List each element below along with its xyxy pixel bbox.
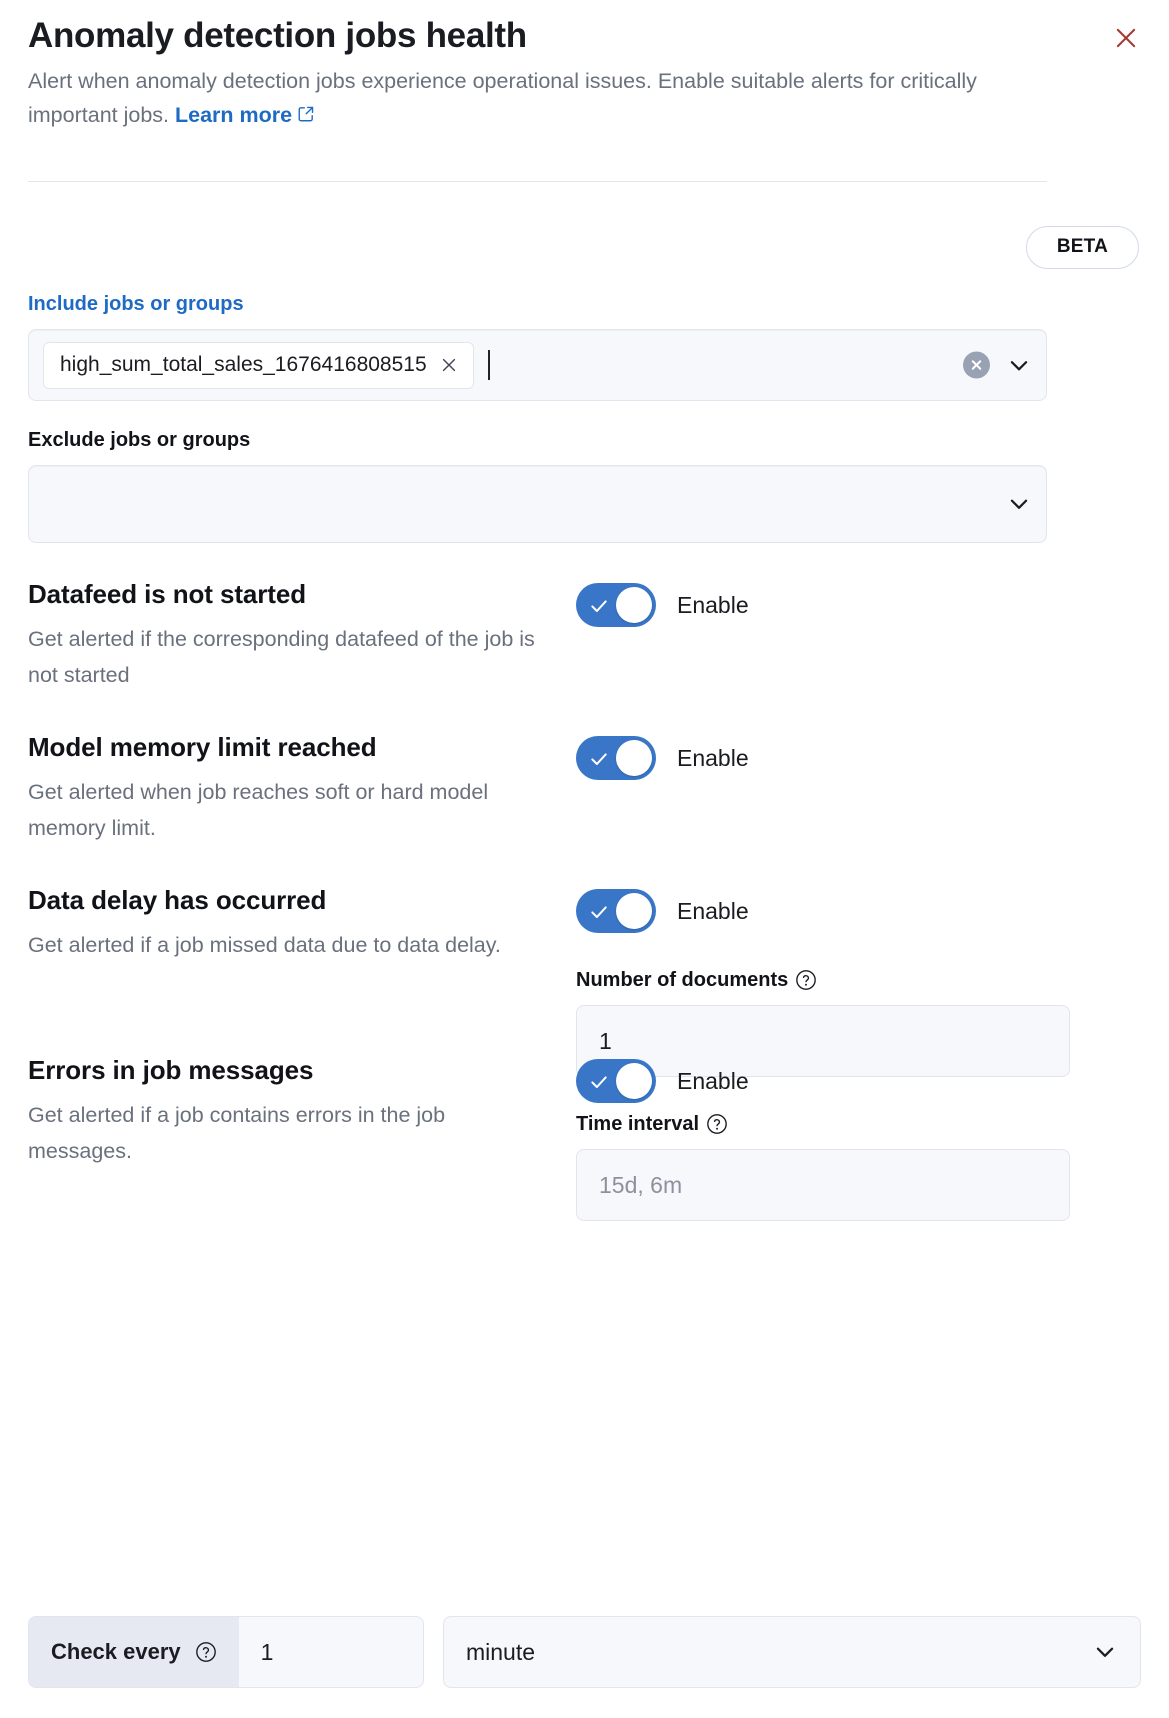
close-button[interactable]: [1109, 22, 1143, 56]
alert-title: Errors in job messages: [28, 1053, 560, 1087]
anomaly-detection-jobs-health-flyout: Anomaly detection jobs health Alert when…: [0, 0, 1169, 1718]
check-interval-unit-select[interactable]: minute: [443, 1616, 1141, 1688]
text-caret: [488, 350, 490, 380]
alert-row-datafeed-not-started: Datafeed is not started Get alerted if t…: [28, 577, 1141, 693]
alert-info: Errors in job messages Get alerted if a …: [28, 1053, 576, 1169]
question-circle-icon[interactable]: [195, 1641, 217, 1663]
enable-switch-line: Enable: [576, 889, 1141, 933]
learn-more-label: Learn more: [175, 103, 292, 127]
time-interval-label: Time interval: [576, 1111, 1141, 1137]
external-link-icon: [297, 99, 315, 133]
alert-row-data-delay: Data delay has occurred Get alerted if a…: [28, 883, 1141, 1221]
chevron-down-icon[interactable]: [1006, 352, 1032, 378]
enable-switch-line: Enable: [576, 1059, 1141, 1103]
check-icon: [588, 1072, 610, 1097]
beta-badge: BETA: [1026, 226, 1139, 269]
alert-description: Get alerted when job reaches soft or har…: [28, 774, 548, 846]
alert-description: Get alerted if a job contains errors in …: [28, 1097, 548, 1169]
toggle-knob: [616, 893, 652, 929]
question-circle-icon[interactable]: [706, 1113, 728, 1135]
exclude-jobs-field: Exclude jobs or groups: [28, 427, 1141, 543]
include-jobs-combobox[interactable]: high_sum_total_sales_1676416808515: [28, 329, 1047, 401]
include-jobs-label: Include jobs or groups: [28, 291, 1141, 317]
alert-info: Model memory limit reached Get alerted w…: [28, 730, 576, 846]
alert-description: Get alerted if the corresponding datafee…: [28, 621, 548, 693]
alert-row-model-memory-limit: Model memory limit reached Get alerted w…: [28, 730, 1141, 846]
check-interval-unit-value: minute: [466, 1639, 535, 1666]
exclude-combobox-actions: [1006, 491, 1032, 517]
alert-title: Model memory limit reached: [28, 730, 560, 764]
enable-toggle[interactable]: [576, 1059, 656, 1103]
enable-switch-line: Enable: [576, 583, 1141, 627]
toggle-knob: [616, 1063, 652, 1099]
enable-toggle[interactable]: [576, 736, 656, 780]
alert-title: Datafeed is not started: [28, 577, 560, 611]
check-icon: [588, 596, 610, 621]
include-jobs-field: Include jobs or groups high_sum_total_sa…: [28, 291, 1141, 401]
remove-job-icon[interactable]: [439, 355, 459, 375]
check-icon: [588, 902, 610, 927]
check-every-label: Check every: [29, 1617, 239, 1687]
alert-info: Datafeed is not started Get alerted if t…: [28, 577, 576, 693]
number-of-documents-label-text: Number of documents: [576, 967, 788, 993]
toggle-knob: [616, 740, 652, 776]
number-of-documents-label: Number of documents: [576, 967, 1141, 993]
combobox-actions: [963, 352, 1032, 379]
check-interval-footer: Check every 1 minute: [28, 1616, 1141, 1688]
flyout-header: Anomaly detection jobs health Alert when…: [28, 0, 1141, 133]
alert-info: Data delay has occurred Get alerted if a…: [28, 883, 576, 963]
alert-controls: Enable: [576, 730, 1141, 780]
exclude-jobs-combobox[interactable]: [28, 465, 1047, 543]
time-interval-label-text: Time interval: [576, 1111, 699, 1137]
selected-job-label: high_sum_total_sales_1676416808515: [60, 352, 427, 378]
close-icon: [1113, 25, 1139, 54]
check-icon: [588, 749, 610, 774]
question-circle-icon[interactable]: [795, 969, 817, 991]
beta-row: BETA: [28, 226, 1141, 269]
page-description: Alert when anomaly detection jobs experi…: [28, 64, 1038, 133]
alert-controls: Enable Number of documents 1 Time interv…: [576, 883, 1141, 1221]
chevron-down-icon[interactable]: [1092, 1639, 1118, 1665]
selected-job-pill[interactable]: high_sum_total_sales_1676416808515: [43, 342, 474, 389]
enable-label: Enable: [677, 1067, 749, 1095]
alert-title: Data delay has occurred: [28, 883, 560, 917]
header-divider: [28, 181, 1047, 182]
enable-label: Enable: [677, 897, 749, 925]
exclude-jobs-label: Exclude jobs or groups: [28, 427, 1141, 453]
check-interval-input[interactable]: 1: [239, 1617, 423, 1687]
learn-more-link[interactable]: Learn more: [175, 103, 315, 127]
alert-description: Get alerted if a job missed data due to …: [28, 927, 548, 963]
chevron-down-icon[interactable]: [1006, 491, 1032, 517]
page-description-text: Alert when anomaly detection jobs experi…: [28, 69, 977, 127]
time-interval-input[interactable]: 15d, 6m: [576, 1149, 1070, 1221]
enable-toggle[interactable]: [576, 889, 656, 933]
check-every-label-text: Check every: [51, 1639, 181, 1665]
enable-label: Enable: [677, 591, 749, 619]
page-title: Anomaly detection jobs health: [28, 14, 1141, 58]
alert-controls: Enable: [576, 1053, 1141, 1103]
enable-switch-line: Enable: [576, 736, 1141, 780]
enable-label: Enable: [677, 744, 749, 772]
alert-controls: Enable: [576, 577, 1141, 627]
clear-selection-icon[interactable]: [963, 352, 990, 379]
enable-toggle[interactable]: [576, 583, 656, 627]
toggle-knob: [616, 587, 652, 623]
check-every-group: Check every 1: [28, 1616, 424, 1688]
